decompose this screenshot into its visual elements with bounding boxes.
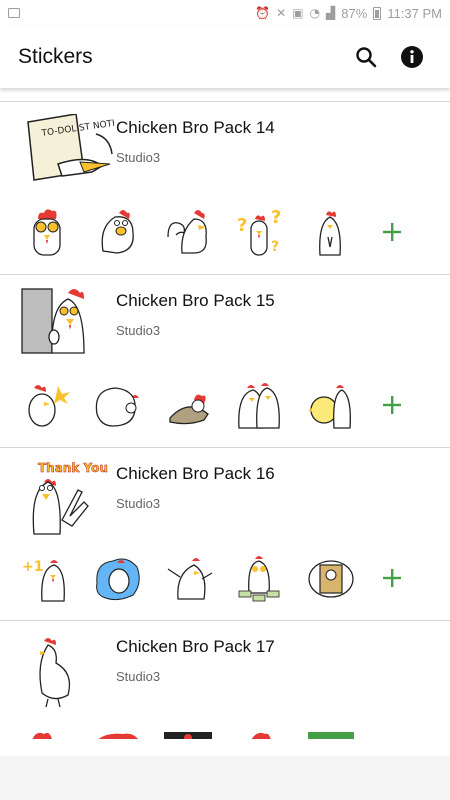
sticker-chicken-praying — [306, 207, 356, 257]
sticker-pack-card[interactable]: Chicken Bro Pack 15 Studio3 — [0, 275, 450, 448]
status-left — [8, 8, 20, 18]
sticker-preview-row: ? ? ? — [0, 200, 450, 264]
search-button[interactable] — [346, 37, 386, 77]
gallery-notification-icon — [8, 8, 20, 18]
svg-text:?: ? — [271, 239, 279, 255]
pack-tray-image — [18, 287, 114, 367]
sticker-partial — [22, 727, 72, 739]
battery-icon — [373, 6, 382, 20]
sticker-preview-row — [0, 373, 450, 437]
sticker-partial — [306, 727, 356, 739]
add-pack-button[interactable] — [377, 390, 407, 420]
pack-author: Studio3 — [116, 496, 161, 511]
sticker-pack-card[interactable]: TO-DOLIST NOTHING Chicken Bro Pack 14 St… — [0, 102, 450, 275]
sticker-chicken-chick — [306, 380, 356, 430]
pack-author: Studio3 — [116, 150, 161, 165]
wifi-icon: ◔ — [309, 6, 321, 20]
data-saver-icon: ▣ — [292, 6, 304, 20]
status-bar: ⏰ ✕ ▣ ◔ ▟ 87% 11:37 PM — [0, 0, 450, 26]
pack-tray-image: TO-DOLIST NOTHING — [18, 113, 136, 194]
previous-pack-edge — [0, 88, 450, 102]
sticker-chicken-waving — [93, 380, 143, 430]
sticker-chicken-hit — [22, 380, 72, 430]
info-button[interactable] — [392, 37, 432, 77]
page-title: Stickers — [18, 45, 93, 68]
sticker-chicken-confused: ? ? ? — [235, 207, 285, 257]
sticker-pack-card[interactable]: Thank You Chicken Bro Pack 16 Studio3 +1 — [0, 448, 450, 621]
sticker-chicken-money-eyes — [22, 207, 72, 257]
sticker-chicken-cloud — [93, 553, 143, 603]
add-pack-button[interactable] — [377, 563, 407, 593]
search-icon — [356, 47, 377, 68]
sticker-pack-card[interactable]: Chicken Bro Pack 17 Studio3 — [0, 621, 450, 756]
mute-icon: ✕ — [276, 6, 287, 20]
sticker-chicken-hiding — [164, 380, 214, 430]
status-right: ⏰ ✕ ▣ ◔ ▟ 87% 11:37 PM — [255, 6, 442, 21]
pack-tray-image — [18, 633, 114, 713]
svg-text:?: ? — [237, 215, 247, 236]
pack-name: Chicken Bro Pack 14 — [116, 118, 275, 137]
sticker-chicken-group — [235, 380, 285, 430]
sticker-partial — [93, 727, 143, 739]
sticker-preview-row: +1 — [0, 546, 450, 610]
sticker-pack-list[interactable]: TO-DOLIST NOTHING Chicken Bro Pack 14 St… — [0, 88, 450, 800]
plus-one-text: +1 — [22, 559, 43, 575]
pack-tray-image: Thank You — [18, 460, 114, 540]
sticker-chicken-flexing — [164, 207, 214, 257]
info-icon — [401, 46, 423, 68]
pack-author: Studio3 — [116, 669, 161, 684]
alarm-icon: ⏰ — [255, 6, 271, 20]
plus-icon — [383, 223, 401, 241]
plus-icon — [383, 569, 401, 587]
pack-name: Chicken Bro Pack 16 — [116, 464, 275, 483]
add-pack-button[interactable] — [377, 217, 407, 247]
sticker-partial — [235, 727, 285, 739]
signal-icon: ▟ — [326, 6, 336, 20]
pack-author: Studio3 — [116, 323, 161, 338]
plus-icon — [383, 396, 401, 414]
sticker-chicken-shouting — [93, 207, 143, 257]
sticker-chicken-dancing — [164, 553, 214, 603]
app-bar: Stickers — [0, 26, 450, 88]
svg-text:?: ? — [271, 207, 281, 228]
sticker-preview-row — [0, 719, 450, 739]
sticker-chicken-box — [306, 553, 356, 603]
sticker-chicken-money — [235, 553, 285, 603]
pack-name: Chicken Bro Pack 15 — [116, 291, 275, 310]
sticker-partial — [164, 727, 214, 739]
battery-percent: 87% — [341, 5, 368, 21]
pack-name: Chicken Bro Pack 17 — [116, 637, 275, 656]
sticker-chicken-plus-one: +1 — [22, 553, 72, 603]
thank-you-text: Thank You — [38, 461, 108, 475]
status-time: 11:37 PM — [387, 5, 442, 21]
